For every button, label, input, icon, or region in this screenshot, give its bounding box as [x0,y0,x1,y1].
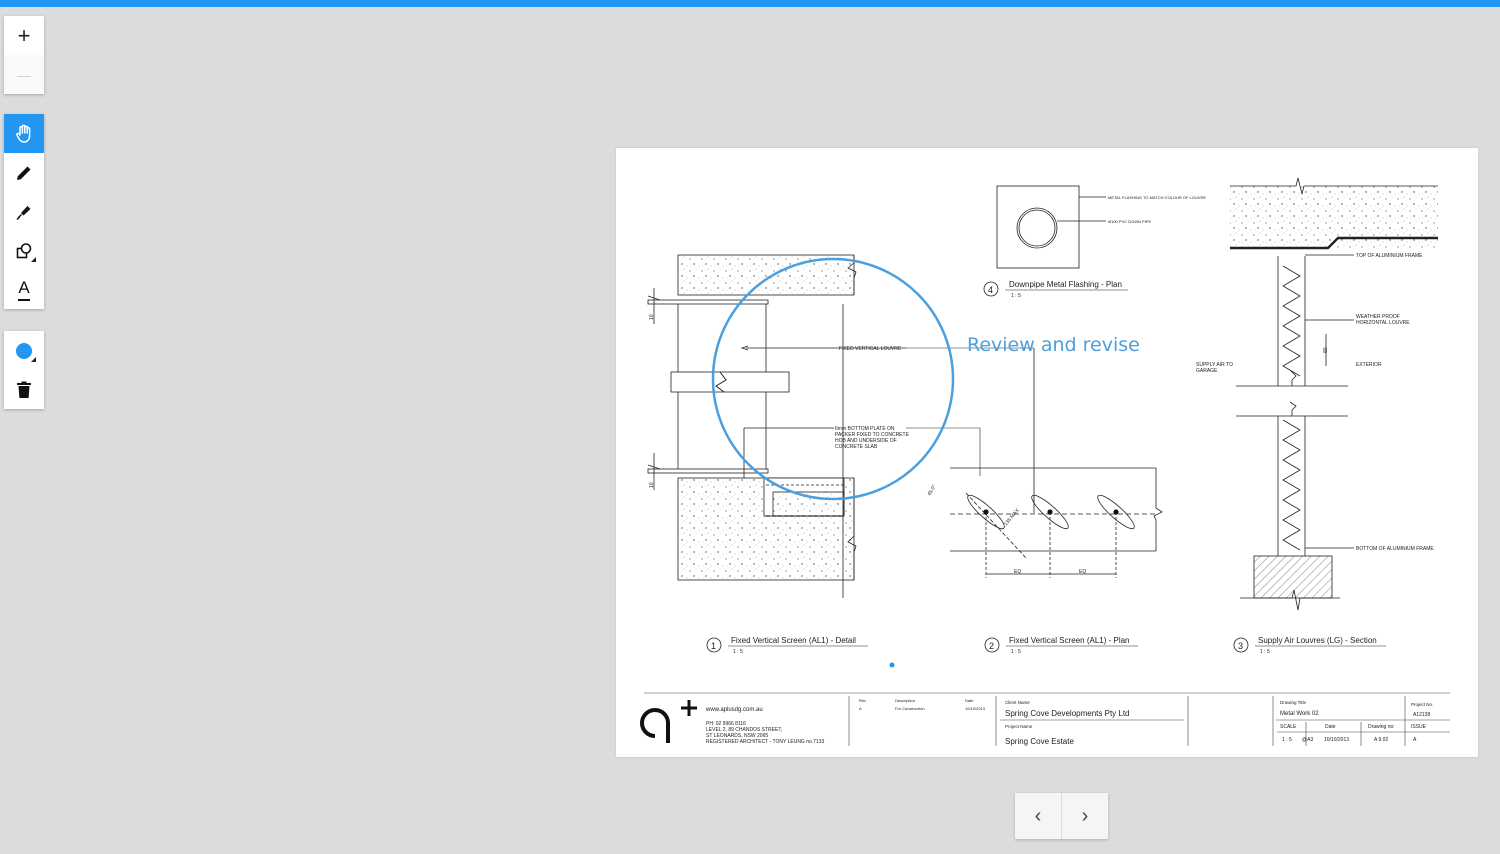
text-icon: A [18,277,30,301]
detail-4-drawing [996,185,1106,269]
callout-fixed-louvre: FIXED VERTICAL LOUVRE [839,346,902,352]
delete-button[interactable] [4,370,44,409]
shape-tool-button[interactable] [4,231,44,270]
svg-text:Supply Air Louvres (LG) - Sect: Supply Air Louvres (LG) - Section [1258,636,1377,645]
callout-top-frame: TOP OF ALUMINIUM FRAME [1356,253,1423,259]
style-tools [4,331,44,409]
angle-label: 45.0° [927,484,938,497]
pencil-tool-button[interactable] [4,153,44,192]
highlighter-tool-button[interactable] [4,192,44,231]
detail-label-2: 2 Fixed Vertical Screen (AL1) - Plan 1 :… [984,636,1138,655]
text-tool-glyph: A [18,277,30,297]
scale-value: 1 : 5 [1282,737,1292,743]
callout-exterior: EXTERIOR [1356,362,1382,368]
project-name: Spring Cove Estate [1005,737,1074,746]
svg-text:1 : 5: 1 : 5 [1011,649,1021,655]
dimension-10-top: 10 [649,314,655,320]
description-value: For Construction [895,706,925,711]
dimension-eq-2: EQ [1079,569,1086,575]
chevron-right-icon: › [1081,804,1089,827]
rev-value: A [859,706,862,711]
client-label: Client Name [1005,700,1030,705]
drawing-title-label: Drawing Title [1280,700,1307,705]
top-accent-bar [0,0,1500,7]
next-page-button[interactable]: › [1061,793,1108,839]
dimension-80: 80 [1323,347,1329,353]
svg-text:1 : 5: 1 : 5 [1260,649,1270,655]
date2-value: 10/10/2013 [1324,737,1349,743]
project-no-label: Project No. [1411,702,1433,707]
callout-metal-flashing: METAL FLASHING TO MATCH COLOUR OF LOUVRE [1108,195,1206,200]
annotation-text[interactable]: Review and revise [967,334,1140,356]
date2-label: Date [1325,724,1336,730]
paper-size: @A3 [1302,737,1313,743]
description-header: Description [895,698,915,703]
callout-supply-line-2: GARAGE [1196,368,1218,374]
project-no: A12138 [1413,712,1430,718]
date-header: Date [965,698,974,703]
company-website: www.aplusdg.com.au [705,707,763,713]
architectural-drawing: FIXED VERTICAL LOUVRE 6mm BOTTOM PLATE O… [640,177,1450,746]
pencil-icon [17,166,31,180]
zoom-out-icon: — [17,66,31,83]
page-navigation: ‹ › [1015,793,1108,839]
svg-text:Fixed Vertical Screen (AL1) -: Fixed Vertical Screen (AL1) - Plan [1009,636,1130,645]
chevron-left-icon: ‹ [1034,804,1042,827]
drawing-no: A 9.02 [1374,737,1388,743]
callout-bottom-frame: BOTTOM OF ALUMINIUM FRAME [1356,546,1434,552]
svg-text:Fixed Vertical Screen (AL1) -: Fixed Vertical Screen (AL1) - Detail [731,636,856,645]
callout-weather-line-2: HORIZONTAL LOUVRE [1356,320,1410,326]
color-picker-button[interactable] [4,331,44,370]
rev-header: Rev [859,698,866,703]
date-value: 10/10/2013 [965,706,986,711]
svg-text:2: 2 [989,641,994,651]
company-architect: REGISTERED ARCHITECT - TONY LEUNG no.713… [706,739,824,745]
detail-label-4: 4 Downpipe Metal Flashing - Plan 1 : 5 [983,280,1128,299]
drawing-tools: A [4,114,44,309]
callout-plate-line-4: CONCRETE SLAB [835,444,878,450]
dimension-eq-1: EQ [1014,569,1021,575]
project-label: Project Name [1005,724,1033,729]
svg-text:4: 4 [988,285,993,295]
detail-label-1: 1 Fixed Vertical Screen (AL1) - Detail 1… [706,636,868,655]
previous-page-button[interactable]: ‹ [1015,793,1061,839]
issue-label: ISSUE [1411,724,1427,730]
text-tool-button[interactable]: A [4,270,44,309]
company-logo [640,700,697,743]
submenu-indicator-icon [31,257,36,262]
zoom-in-icon: + [17,22,31,48]
zoom-out-button[interactable]: — [4,55,44,94]
drawing-sheet[interactable]: FIXED VERTICAL LOUVRE 6mm BOTTOM PLATE O… [616,148,1478,757]
drawing-no-label: Drawing no: [1368,724,1395,730]
highlighter-icon [16,205,31,220]
zoom-controls: + — [4,16,44,94]
svg-text:1 : 5: 1 : 5 [1011,293,1021,299]
drawing-title: Metal Work 02 [1280,711,1319,717]
max-dimension-label: 135 MAX [1003,507,1021,527]
detail-label-3: 3 Supply Air Louvres (LG) - Section 1 : … [1233,636,1386,655]
svg-text:Downpipe Metal Flashing - Plan: Downpipe Metal Flashing - Plan [1009,280,1122,289]
svg-text:3: 3 [1238,641,1243,651]
svg-text:1 : 5: 1 : 5 [733,649,743,655]
scale-label: SCALE [1280,724,1297,730]
trash-icon [17,381,31,398]
issue-value: A [1413,737,1417,743]
submenu-indicator-icon [31,357,36,362]
callout-pvc-pipe: Ø100 PVC DOWN PIPE [1108,219,1151,224]
pan-tool-button[interactable] [4,114,44,153]
color-swatch-icon [16,342,32,359]
dimension-10-bottom: 10 [649,482,655,488]
zoom-in-button[interactable]: + [4,16,44,55]
hand-icon [16,124,31,143]
svg-text:1: 1 [711,641,716,651]
page-marker-dot [889,662,895,668]
detail-2-drawing [950,348,1163,578]
client-name: Spring Cove Developments Pty Ltd [1005,709,1130,718]
